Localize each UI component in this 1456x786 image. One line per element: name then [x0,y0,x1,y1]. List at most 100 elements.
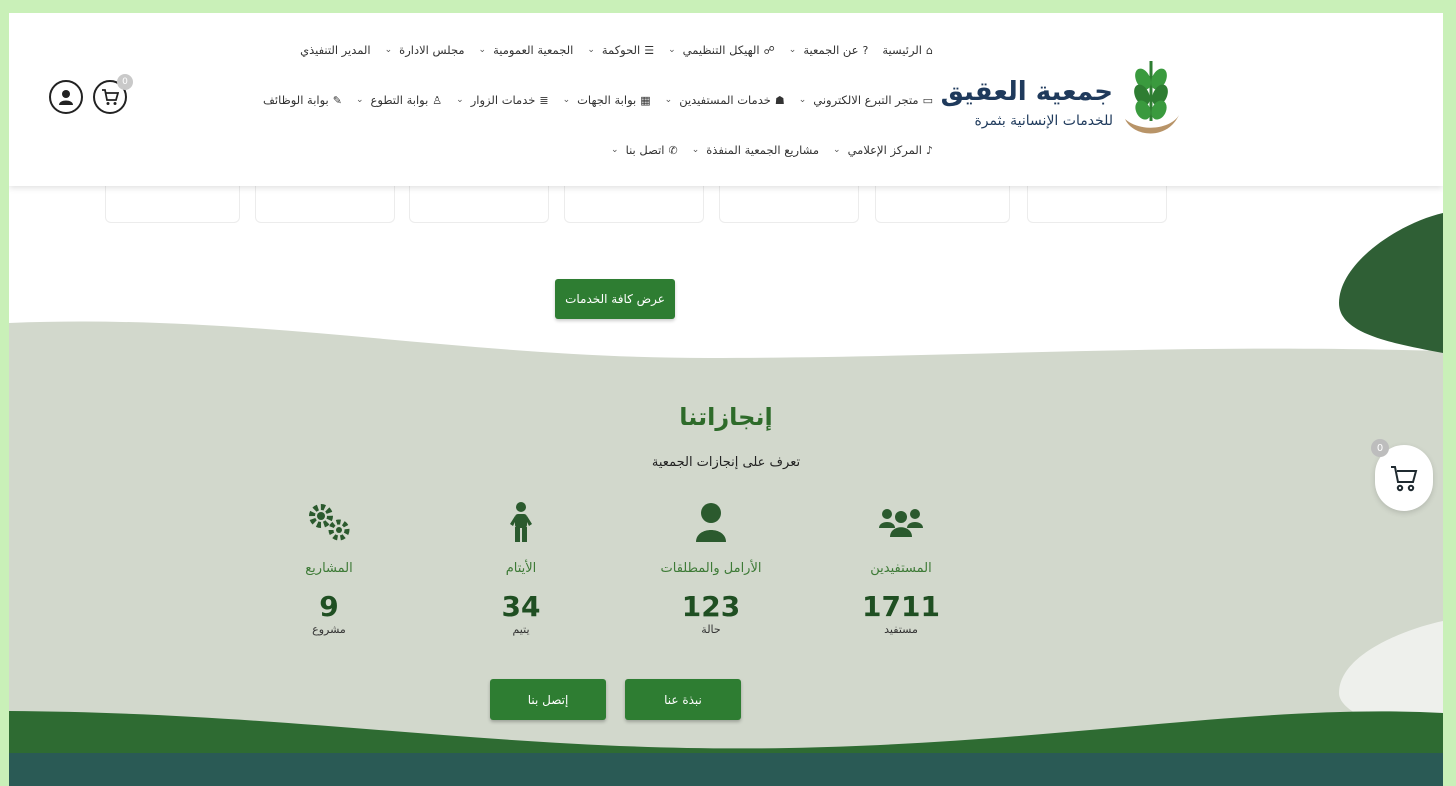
chevron-down-icon: ⌄ [668,45,676,55]
users-icon: ☗ [774,93,785,107]
nav-row-1: ⌂ الرئيسية? عن الجمعية ⌄ ☍ الهيكل التنظيمي ⌄ ☰ ا… [300,43,933,57]
nav-item[interactable]: المدير التنفيذي [300,43,371,57]
nav-item-label: المدير التنفيذي [300,43,371,57]
stat-value: 1711 [862,590,940,623]
chevron-down-icon: ⌄ [833,145,841,155]
nav-item[interactable]: مشاريع الجمعية المنفذة ⌄ [692,143,819,157]
nav-item[interactable]: ✆ اتصل بنا ⌄ [611,143,678,157]
service-card[interactable] [105,183,240,223]
nav-item-label: خدمات المستفيدين [679,93,771,107]
contact-us-button[interactable]: إتصل بنا [490,679,606,720]
nav-item[interactable]: ☍ الهيكل التنظيمي ⌄ [668,43,775,57]
stat-unit: حالة [701,623,721,636]
stat-label: المستفيدين [870,561,932,576]
nav-row-3: ♪ المركز الإعلامي ⌄ مشاريع الجمعية المنفذة ⌄… [611,143,933,157]
nav-item-label: عن الجمعية [803,43,859,57]
nav-item-label: المركز الإعلامي [847,143,922,157]
chevron-down-icon: ⌄ [478,45,487,55]
service-card[interactable] [875,183,1010,223]
chevron-down-icon: ⌄ [587,45,595,55]
view-all-services-button[interactable]: عرض كافة الخدمات [555,279,675,319]
nav-item[interactable]: ⌂ الرئيسية [882,43,933,57]
service-card[interactable] [255,183,395,223]
page-frame: جمعية العقيق للخدمات الإنسانية بثمرة ⌂ ال… [9,13,1443,786]
wheat-hands-icon [1125,61,1179,134]
nav-item[interactable]: ☗ خدمات المستفيدين ⌄ [665,93,785,107]
nav-item-label: بوابة الجهات [577,93,637,107]
service-card[interactable] [719,183,859,223]
header-actions: 0 [49,74,133,114]
card-icon: ▭ [922,93,933,107]
stat-beneficiaries: المستفيدين 1711 مستفيد [821,497,981,636]
about-us-button[interactable]: نبذة عنا [625,679,741,720]
chevron-down-icon: ⌄ [456,95,464,105]
stat-value: 123 [681,590,741,623]
edit-icon: ✎ [332,93,342,107]
user-icon [696,503,726,542]
nav-item[interactable]: ? عن الجمعية ⌄ [789,43,869,57]
server-icon: ≣ [539,93,549,107]
nav-item[interactable]: ▦ بوابة الجهات ⌄ [563,93,651,107]
chevron-down-icon: ⌄ [798,95,807,105]
site-header: جمعية العقيق للخدمات الإنسانية بثمرة ⌂ ال… [9,13,1443,186]
chevron-down-icon: ⌄ [788,45,797,55]
stat-label: الأرامل والمطلقات [660,561,762,576]
nav-item-label: مجلس الادارة [399,43,465,57]
microphone-icon: ♪ [925,143,933,157]
nav-item[interactable]: ♙ بوابة التطوع ⌄ [356,93,442,107]
service-card[interactable] [409,183,549,223]
service-card[interactable] [564,183,704,223]
stat-value: 34 [501,590,541,623]
nav-item-label: مشاريع الجمعية المنفذة [706,143,820,157]
floating-cart-button[interactable]: 0 [1371,439,1433,511]
stat-projects: المشاريع 9 مشروع [249,497,409,636]
achievements-title: إنجازاتنا [679,403,773,431]
stat-unit: يتيم [512,623,530,636]
nav-item-label: بوابة الوظائف [262,93,329,107]
nav-item-label: الرئيسية [882,43,923,57]
nav-item[interactable]: ☰ الحوكمة ⌄ [587,43,654,57]
nav-item[interactable]: مجلس الادارة ⌄ [385,43,465,57]
child-icon [510,502,532,542]
achievements-subtitle: تعرف على إنجازات الجمعية [651,455,801,470]
question-icon: ? [862,43,869,57]
sitemap-icon: ☍ [763,43,775,57]
building-icon: ▦ [640,93,651,107]
nav-item[interactable]: ≣ خدمات الزوار ⌄ [456,93,548,107]
org-subtitle: للخدمات الإنسانية بثمرة [974,113,1113,129]
chevron-down-icon: ⌄ [691,145,700,155]
nav-item[interactable]: الجمعية العمومية ⌄ [479,43,574,57]
org-name: جمعية العقيق [940,77,1113,107]
nav-item-label: اتصل بنا [625,143,665,157]
stat-label: المشاريع [305,561,353,576]
users-group-icon [879,509,923,537]
volunteer-icon: ♙ [432,93,443,107]
nav-item-label: الهيكل التنظيمي [682,43,760,57]
stat-unit: مشروع [312,623,346,636]
nav-item-label: بوابة التطوع [370,93,429,107]
stat-label: الأيتام [505,561,537,576]
chevron-down-icon: ⌄ [562,95,571,105]
cart-count-badge: 0 [117,74,133,90]
service-card[interactable] [1027,183,1167,223]
nav-row-2: ▭ متجر التبرع الالكتروني ⌄ ☗ خدمات المستفيدي… [263,93,933,107]
nav-item[interactable]: ♪ المركز الإعلامي ⌄ [833,143,933,157]
user-circle-icon [59,90,73,105]
floating-cart-count-badge: 0 [1371,439,1389,457]
chevron-down-icon: ⌄ [355,95,364,105]
list-icon: ☰ [644,43,655,57]
stat-orphans: الأيتام 34 يتيم [441,497,601,636]
chevron-down-icon: ⌄ [611,145,619,155]
cart-icon [1391,466,1418,492]
org-logo[interactable]: جمعية العقيق للخدمات الإنسانية بثمرة [941,57,1181,149]
cart-button[interactable]: 0 [93,74,133,114]
nav-item[interactable]: ✎ بوابة الوظائف [263,93,342,107]
chevron-down-icon: ⌄ [384,45,393,55]
stat-widows: الأرامل والمطلقات 123 حالة [631,497,791,636]
stat-unit: مستفيد [884,623,918,636]
nav-item-label: الجمعية العمومية [493,43,574,57]
home-icon: ⌂ [926,43,933,57]
nav-item[interactable]: ▭ متجر التبرع الالكتروني ⌄ [799,93,933,107]
account-button[interactable] [49,80,83,114]
nav-item-label: خدمات الزوار [470,93,536,107]
